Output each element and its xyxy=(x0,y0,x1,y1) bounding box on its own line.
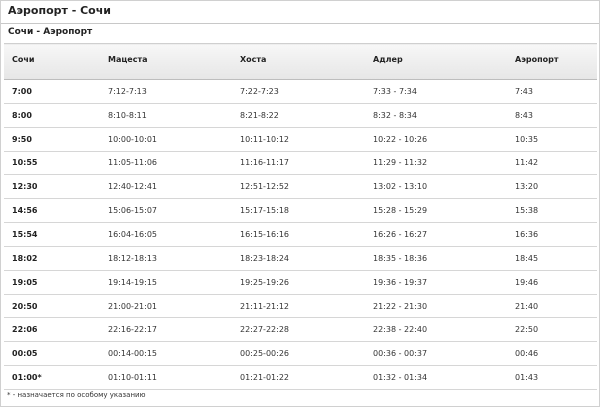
cell-adler: 21:22 - 21:30 xyxy=(365,294,507,319)
cell-khosta: 15:17-15:18 xyxy=(232,198,365,224)
cell-sochi: 8:00 xyxy=(4,103,100,128)
cell-matsesta: 11:05-11:06 xyxy=(100,151,232,176)
cell-airport: 18:45 xyxy=(507,246,597,271)
route-subtitle: Сочи - Аэропорт xyxy=(8,27,93,37)
cell-airport: 15:38 xyxy=(507,198,597,224)
table-row: 10:55 11:05-11:06 11:16-11:17 11:29 - 11:32… xyxy=(4,151,597,176)
cell-airport: 22:50 xyxy=(507,317,597,343)
column-header-sochi: Сочи xyxy=(4,43,100,80)
schedule-table: Сочи Мацеста Хоста Адлер Аэропорт 7:00 7:… xyxy=(4,43,597,390)
table-row: 01:00* 01:10-01:11 01:21-01:22 01:32 - 01:3… xyxy=(4,365,597,390)
table-row: 7:00 7:12-7:13 7:22-7:23 7:33 - 7:34 7:43 xyxy=(4,79,597,104)
cell-airport: 01:43 xyxy=(507,365,597,390)
cell-sochi: 19:05 xyxy=(4,270,100,295)
table-row: 12:30 12:40-12:41 12:51-12:52 13:02 - 13:10… xyxy=(4,174,597,200)
cell-matsesta: 12:40-12:41 xyxy=(100,174,232,200)
cell-sochi: 01:00* xyxy=(4,365,100,390)
cell-airport: 8:43 xyxy=(507,103,597,128)
cell-matsesta: 10:00-10:01 xyxy=(100,127,232,152)
cell-sochi: 14:56 xyxy=(4,198,100,224)
cell-sochi: 20:50 xyxy=(4,294,100,319)
cell-adler: 01:32 - 01:34 xyxy=(365,365,507,390)
cell-airport: 00:46 xyxy=(507,341,597,367)
cell-adler: 00:36 - 00:37 xyxy=(365,341,507,367)
cell-adler: 13:02 - 13:10 xyxy=(365,174,507,200)
cell-matsesta: 19:14-19:15 xyxy=(100,270,232,295)
cell-matsesta: 00:14-00:15 xyxy=(100,341,232,367)
cell-sochi: 7:00 xyxy=(4,79,100,104)
cell-airport: 11:42 xyxy=(507,151,597,176)
cell-adler: 8:32 - 8:34 xyxy=(365,103,507,128)
cell-khosta: 8:21-8:22 xyxy=(232,103,365,128)
cell-matsesta: 18:12-18:13 xyxy=(100,246,232,271)
column-header-airport: Аэропорт xyxy=(507,43,597,80)
cell-khosta: 01:21-01:22 xyxy=(232,365,365,390)
cell-sochi: 9:50 xyxy=(4,127,100,152)
cell-khosta: 12:51-12:52 xyxy=(232,174,365,200)
cell-adler: 22:38 - 22:40 xyxy=(365,317,507,343)
cell-khosta: 16:15-16:16 xyxy=(232,222,365,247)
table-row: 00:05 00:14-00:15 00:25-00:26 00:36 - 00:37… xyxy=(4,341,597,367)
cell-matsesta: 22:16-22:17 xyxy=(100,317,232,343)
schedule-table-wrapper: Сочи Мацеста Хоста Адлер Аэропорт 7:00 7:… xyxy=(4,43,597,390)
cell-airport: 19:46 xyxy=(507,270,597,295)
cell-airport: 21:40 xyxy=(507,294,597,319)
cell-matsesta: 8:10-8:11 xyxy=(100,103,232,128)
cell-adler: 11:29 - 11:32 xyxy=(365,151,507,176)
cell-airport: 7:43 xyxy=(507,79,597,104)
cell-adler: 19:36 - 19:37 xyxy=(365,270,507,295)
column-header-matsesta: Мацеста xyxy=(100,43,232,80)
table-row: 15:54 16:04-16:05 16:15-16:16 16:26 - 16:27… xyxy=(4,222,597,247)
cell-matsesta: 15:06-15:07 xyxy=(100,198,232,224)
table-header-row: Сочи Мацеста Хоста Адлер Аэропорт xyxy=(4,43,597,80)
cell-adler: 16:26 - 16:27 xyxy=(365,222,507,247)
cell-sochi: 00:05 xyxy=(4,341,100,367)
cell-adler: 7:33 - 7:34 xyxy=(365,79,507,104)
cell-matsesta: 16:04-16:05 xyxy=(100,222,232,247)
table-row: 20:50 21:00-21:01 21:11-21:12 21:22 - 21:30… xyxy=(4,294,597,319)
cell-khosta: 21:11-21:12 xyxy=(232,294,365,319)
cell-khosta: 11:16-11:17 xyxy=(232,151,365,176)
cell-khosta: 19:25-19:26 xyxy=(232,270,365,295)
title-bar: Аэропорт - Сочи xyxy=(1,1,599,24)
cell-adler: 15:28 - 15:29 xyxy=(365,198,507,224)
page-title: Аэропорт - Сочи xyxy=(8,4,111,17)
table-row: 9:50 10:00-10:01 10:11-10:12 10:22 - 10:26 1… xyxy=(4,127,597,152)
table-row: 19:05 19:14-19:15 19:25-19:26 19:36 - 19:37… xyxy=(4,270,597,295)
cell-sochi: 22:06 xyxy=(4,317,100,343)
cell-airport: 10:35 xyxy=(507,127,597,152)
schedule-panel: Аэропорт - Сочи Сочи - Аэропорт Сочи Мац… xyxy=(0,0,600,407)
schedule-body: 7:00 7:12-7:13 7:22-7:23 7:33 - 7:34 7:43 8:0… xyxy=(4,79,597,390)
table-row: 22:06 22:16-22:17 22:27-22:28 22:38 - 22:40… xyxy=(4,317,597,343)
cell-adler: 10:22 - 10:26 xyxy=(365,127,507,152)
cell-sochi: 10:55 xyxy=(4,151,100,176)
column-header-khosta: Хоста xyxy=(232,43,365,80)
table-row: 8:00 8:10-8:11 8:21-8:22 8:32 - 8:34 8:43 xyxy=(4,103,597,128)
cell-airport: 13:20 xyxy=(507,174,597,200)
cell-khosta: 22:27-22:28 xyxy=(232,317,365,343)
cell-khosta: 7:22-7:23 xyxy=(232,79,365,104)
cell-matsesta: 01:10-01:11 xyxy=(100,365,232,390)
subtitle-bar: Сочи - Аэропорт xyxy=(1,24,599,43)
footnote: * - назначается по особому указанию xyxy=(7,391,146,399)
cell-adler: 18:35 - 18:36 xyxy=(365,246,507,271)
table-row: 18:02 18:12-18:13 18:23-18:24 18:35 - 18:36… xyxy=(4,246,597,271)
cell-khosta: 00:25-00:26 xyxy=(232,341,365,367)
cell-sochi: 12:30 xyxy=(4,174,100,200)
cell-sochi: 18:02 xyxy=(4,246,100,271)
cell-sochi: 15:54 xyxy=(4,222,100,247)
cell-matsesta: 7:12-7:13 xyxy=(100,79,232,104)
column-header-adler: Адлер xyxy=(365,43,507,80)
table-row: 14:56 15:06-15:07 15:17-15:18 15:28 - 15:29… xyxy=(4,198,597,224)
cell-khosta: 10:11-10:12 xyxy=(232,127,365,152)
cell-airport: 16:36 xyxy=(507,222,597,247)
cell-khosta: 18:23-18:24 xyxy=(232,246,365,271)
cell-matsesta: 21:00-21:01 xyxy=(100,294,232,319)
